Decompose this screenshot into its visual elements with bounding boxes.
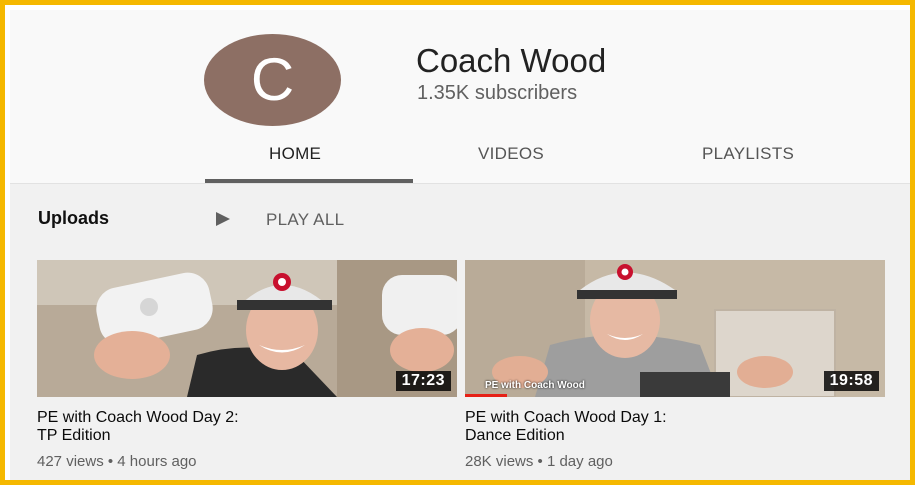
tab-videos[interactable]: VIDEOS <box>478 144 544 164</box>
video-thumbnail[interactable]: 17:23 <box>37 260 457 397</box>
video-title[interactable]: PE with Coach Wood Day 1: Dance Edition <box>465 409 885 445</box>
thumbnail-caption: PE with Coach Wood <box>485 380 585 391</box>
channel-header: C Coach Wood 1.35K subscribers HOME VIDE… <box>10 10 910 183</box>
uploads-section: Uploads PLAY ALL 17:23 PE with Coach Woo… <box>10 184 910 480</box>
video-duration: 17:23 <box>395 371 451 391</box>
thumbnail-image <box>37 260 457 397</box>
play-icon[interactable] <box>216 212 230 226</box>
subscriber-count: 1.35K subscribers <box>417 82 578 104</box>
video-meta: 28K views • 1 day ago <box>465 453 613 470</box>
video-title-line: Dance Edition <box>465 427 565 444</box>
video-card[interactable]: PE with Coach Wood 19:58 PE with Coach W… <box>465 260 885 470</box>
thumbnail-image <box>465 260 885 397</box>
tab-playlists[interactable]: PLAYLISTS <box>702 144 794 164</box>
channel-name: Coach Wood <box>416 42 607 79</box>
video-duration: 19:58 <box>823 371 879 391</box>
video-title[interactable]: PE with Coach Wood Day 2: TP Edition <box>37 409 457 445</box>
tab-home[interactable]: HOME <box>269 144 321 164</box>
play-all-button[interactable]: PLAY ALL <box>266 210 344 230</box>
video-title-line: TP Edition <box>37 427 111 444</box>
uploads-heading[interactable]: Uploads <box>38 208 109 229</box>
channel-avatar[interactable]: C <box>204 34 341 126</box>
video-thumbnail[interactable]: PE with Coach Wood 19:58 <box>465 260 885 397</box>
video-title-line: PE with Coach Wood Day 1: <box>465 409 667 426</box>
screenshot-frame: C Coach Wood 1.35K subscribers HOME VIDE… <box>0 0 915 485</box>
video-meta: 427 views • 4 hours ago <box>37 453 197 470</box>
channel-tabs: HOME VIDEOS PLAYLISTS <box>10 138 910 183</box>
video-card[interactable]: 17:23 PE with Coach Wood Day 2: TP Editi… <box>37 260 457 470</box>
video-title-line: PE with Coach Wood Day 2: <box>37 409 239 426</box>
watch-progress-bar <box>465 394 507 397</box>
